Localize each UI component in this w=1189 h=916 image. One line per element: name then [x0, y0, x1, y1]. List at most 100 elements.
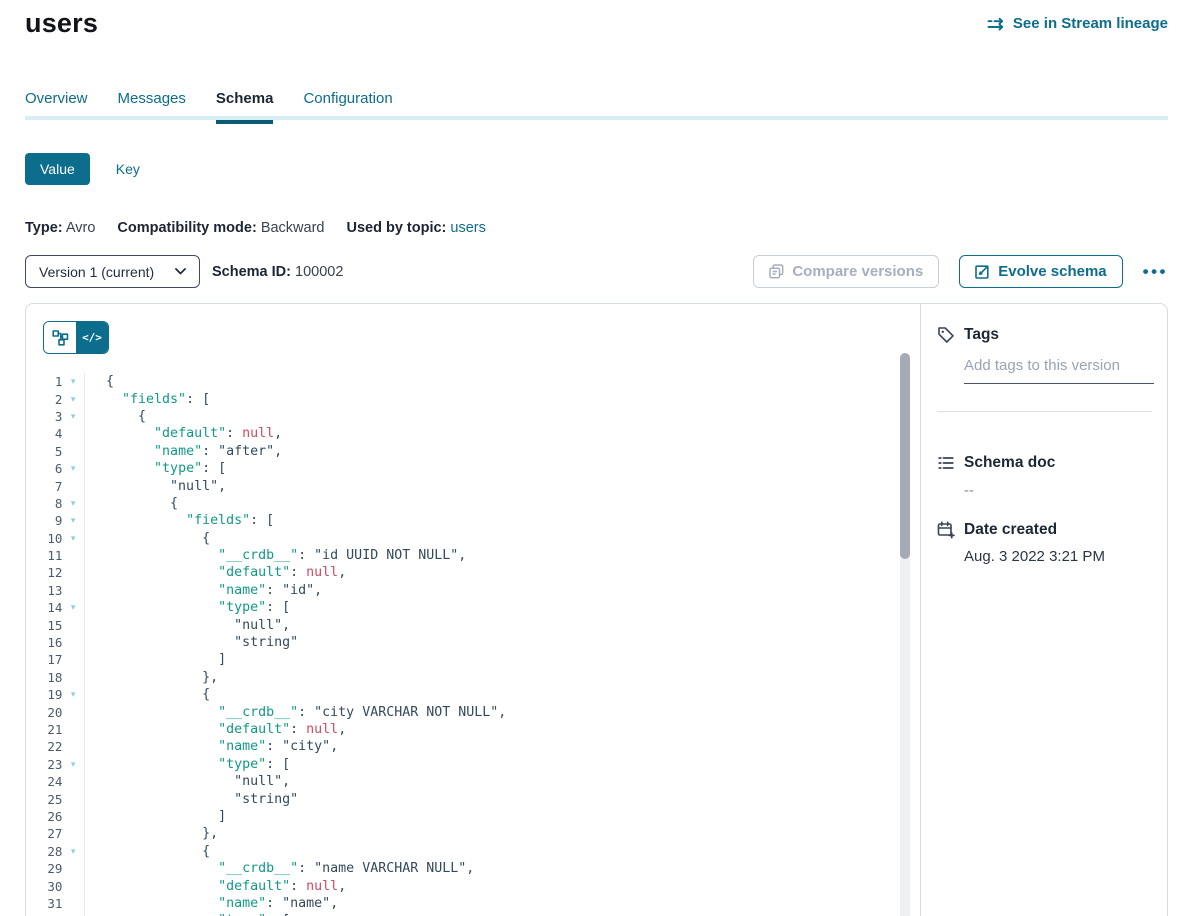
line-number: 24 — [26, 774, 62, 789]
code-gutter: 23▾ — [26, 756, 85, 773]
line-number: 9 — [26, 513, 62, 528]
version-bar: Version 1 (current) Schema ID: 100002 Co… — [25, 255, 1168, 288]
schema-id: Schema ID: 100002 — [212, 264, 343, 280]
line-number: 11 — [26, 548, 62, 563]
code-line-text: ] — [85, 652, 226, 667]
code-line-text: { — [85, 374, 114, 389]
line-number: 26 — [26, 809, 62, 824]
code-gutter: 1▾ — [26, 373, 85, 390]
line-number: 6 — [26, 461, 62, 476]
line-number: 5 — [26, 444, 62, 459]
schema-doc-section-header: Schema doc — [937, 454, 1152, 472]
schema-doc-title: Schema doc — [964, 454, 1055, 472]
line-number: 18 — [26, 670, 62, 685]
line-number: 30 — [26, 879, 62, 894]
editor-scrollbar-track[interactable] — [900, 353, 910, 916]
fold-toggle-icon[interactable]: ▾ — [62, 499, 84, 508]
code-line-text: ] — [85, 809, 226, 824]
line-number: 27 — [26, 826, 62, 841]
code-gutter: 26 — [26, 808, 85, 825]
line-number: 1 — [26, 374, 62, 389]
editor-scrollbar-thumb[interactable] — [900, 353, 910, 559]
line-number: 7 — [26, 479, 62, 494]
code-line-text: "type": [ — [85, 757, 290, 772]
code-line-text: "name": "city", — [85, 739, 338, 754]
date-created-title: Date created — [964, 521, 1057, 539]
topic-link[interactable]: users — [450, 220, 485, 236]
used-by-topic: Used by topic: users — [346, 220, 485, 236]
sidebar-divider — [937, 411, 1152, 412]
fold-toggle-icon[interactable]: ▾ — [62, 847, 84, 856]
code-line-text: "__crdb__": "name VARCHAR NULL", — [85, 861, 474, 876]
line-number: 13 — [26, 583, 62, 598]
line-number: 28 — [26, 844, 62, 859]
chevron-down-icon — [175, 268, 186, 275]
page-title: users — [25, 8, 98, 39]
lineage-link-label: See in Stream lineage — [1013, 15, 1168, 32]
code-gutter: 2▾ — [26, 390, 85, 407]
code-gutter: 16 — [26, 634, 85, 651]
code-line-text: "fields": [ — [85, 513, 274, 528]
add-tags-input[interactable] — [964, 357, 1154, 384]
compatibility-mode: Compatibility mode: Backward — [117, 220, 324, 236]
stream-lineage-icon — [987, 17, 1006, 31]
list-icon — [937, 454, 955, 472]
code-gutter: 15 — [26, 616, 85, 633]
compare-versions-button[interactable]: Compare versions — [753, 255, 939, 288]
code-gutter: 27 — [26, 825, 85, 842]
date-created-value: Aug. 3 2022 3:21 PM — [964, 548, 1152, 565]
code-line-text: "null", — [85, 479, 226, 494]
code-gutter: 28▾ — [26, 843, 85, 860]
line-number: 19 — [26, 687, 62, 702]
fold-toggle-icon[interactable]: ▾ — [62, 412, 84, 421]
version-select[interactable]: Version 1 (current) — [25, 255, 200, 288]
fold-toggle-icon[interactable]: ▾ — [62, 464, 84, 473]
schema-part-toggle: Value Key — [25, 153, 140, 185]
fold-toggle-icon[interactable]: ▾ — [62, 690, 84, 699]
evolve-schema-button[interactable]: Evolve schema — [959, 255, 1122, 288]
code-view-button[interactable]: </> — [76, 322, 108, 353]
evolve-schema-label: Evolve schema — [998, 263, 1106, 280]
tree-view-button[interactable] — [44, 322, 76, 353]
more-options-button[interactable]: ••• — [1143, 262, 1168, 282]
code-gutter: 32▾ — [26, 912, 85, 916]
code-gutter: 7 — [26, 477, 85, 494]
code-gutter: 9▾ — [26, 512, 85, 529]
line-number: 12 — [26, 565, 62, 580]
key-toggle-button[interactable]: Key — [116, 161, 140, 177]
code-gutter: 14▾ — [26, 599, 85, 616]
tree-view-icon — [52, 329, 69, 346]
schema-panel: </> 1▾{2▾ "fields": [3▾ {4 "default": nu… — [25, 303, 1168, 916]
evolve-schema-icon — [975, 264, 990, 279]
tags-section-header: Tags — [937, 326, 1152, 344]
code-line-text: "string" — [85, 635, 298, 650]
code-gutter: 5 — [26, 443, 85, 460]
value-toggle-button[interactable]: Value — [25, 153, 90, 185]
code-gutter: 13 — [26, 582, 85, 599]
line-number: 16 — [26, 635, 62, 650]
see-in-stream-lineage-link[interactable]: See in Stream lineage — [987, 15, 1168, 32]
line-number: 15 — [26, 618, 62, 633]
code-view-icon: </> — [82, 331, 102, 344]
line-number: 22 — [26, 739, 62, 754]
code-gutter: 29 — [26, 860, 85, 877]
line-number: 31 — [26, 896, 62, 911]
calendar-plus-icon — [937, 521, 955, 539]
fold-toggle-icon[interactable]: ▾ — [62, 395, 84, 404]
line-number: 25 — [26, 792, 62, 807]
fold-toggle-icon[interactable]: ▾ — [62, 603, 84, 612]
line-number: 3 — [26, 409, 62, 424]
code-gutter: 25 — [26, 790, 85, 807]
fold-toggle-icon[interactable]: ▾ — [62, 760, 84, 769]
fold-toggle-icon[interactable]: ▾ — [62, 377, 84, 386]
tags-title: Tags — [964, 326, 999, 344]
fold-toggle-icon[interactable]: ▾ — [62, 516, 84, 525]
code-line-text: "default": null, — [85, 426, 282, 441]
compatibility-mode-label: Compatibility mode: — [117, 220, 256, 236]
code-line-text: { — [85, 496, 178, 511]
code-gutter: 31 — [26, 895, 85, 912]
version-select-value: Version 1 (current) — [39, 264, 154, 280]
code-gutter: 30 — [26, 877, 85, 894]
fold-toggle-icon[interactable]: ▾ — [62, 534, 84, 543]
editor-view-toggle: </> — [43, 321, 109, 354]
